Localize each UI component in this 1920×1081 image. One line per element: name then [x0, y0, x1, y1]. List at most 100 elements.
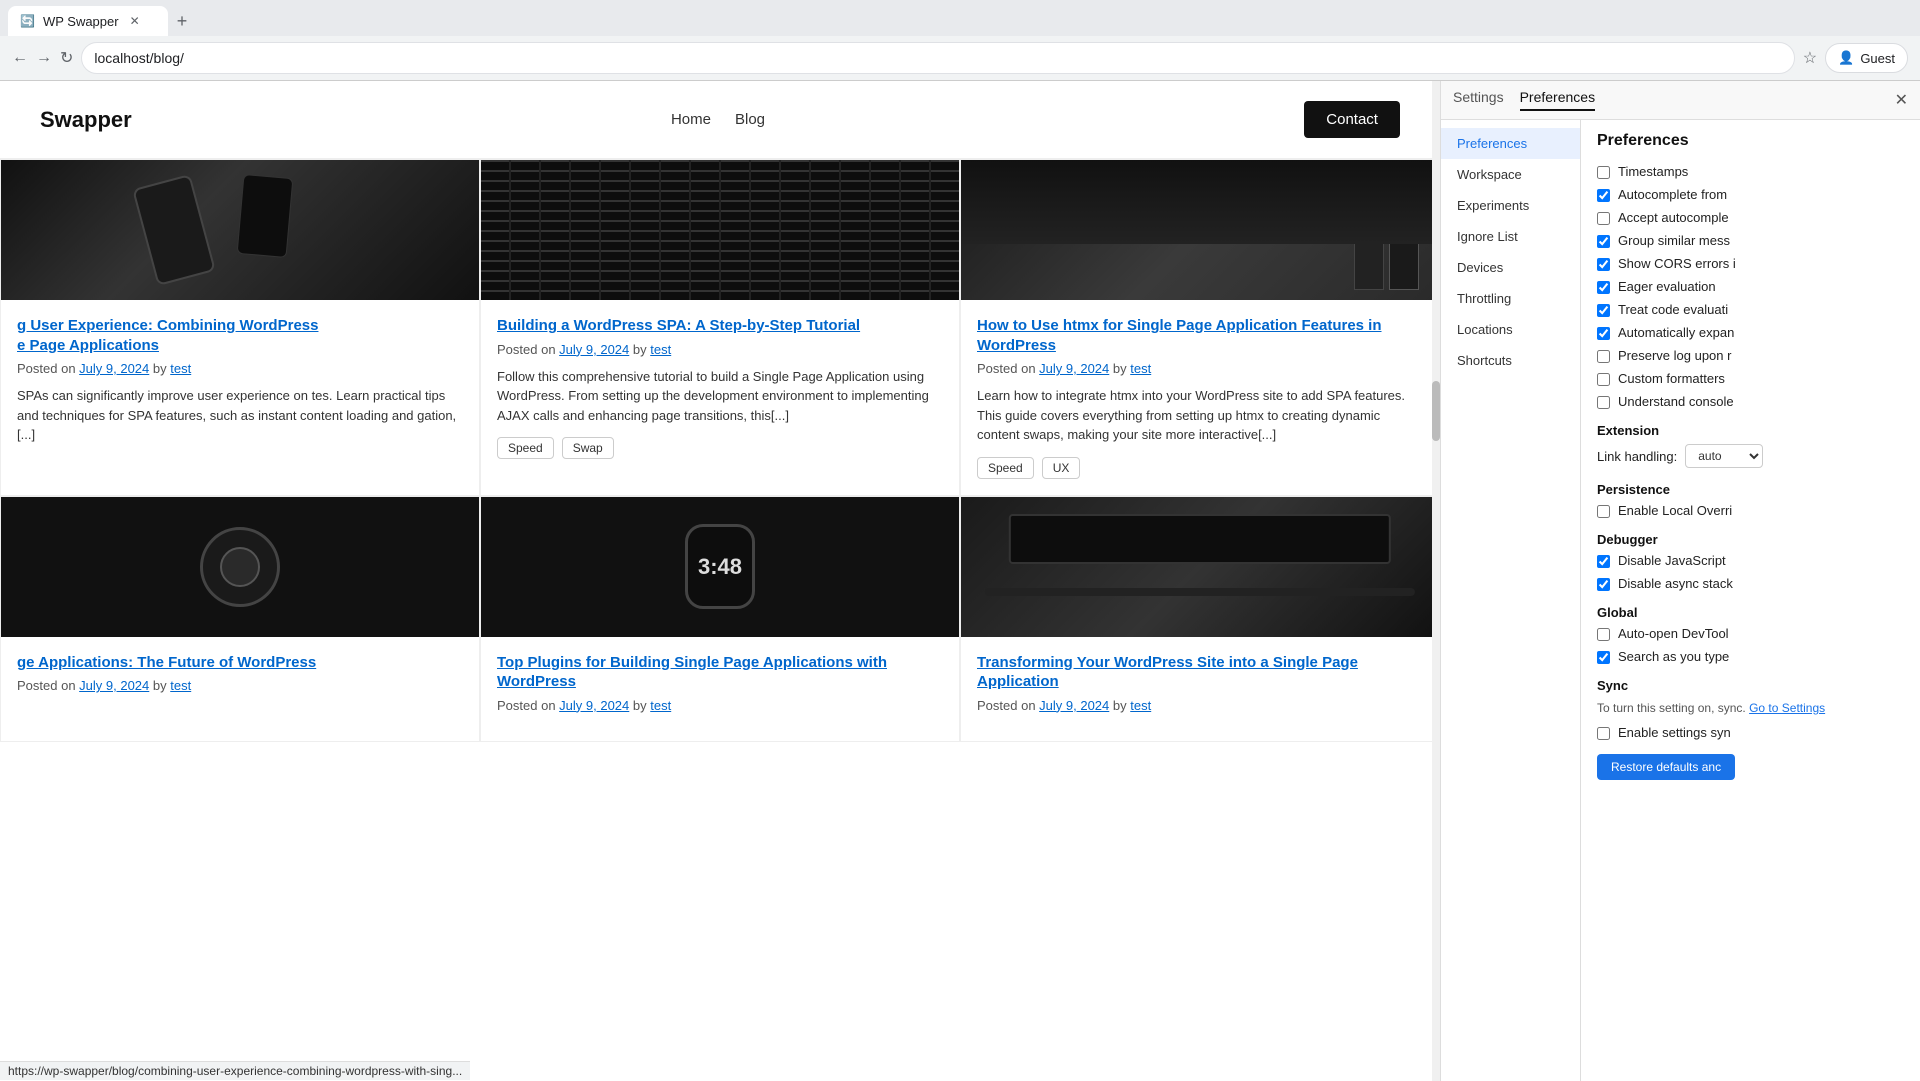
blog-card-meta: Posted on July 9, 2024 by test — [497, 698, 943, 713]
disable-js-checkbox[interactable] — [1597, 555, 1610, 568]
custom-formatters-checkbox[interactable] — [1597, 373, 1610, 386]
auto-expand-checkbox[interactable] — [1597, 327, 1610, 340]
blog-date-link[interactable]: July 9, 2024 — [559, 698, 629, 713]
link-handling-row: Link handling: auto manual — [1597, 444, 1904, 468]
devtools-close-button[interactable]: ✕ — [1895, 90, 1908, 110]
blog-date-link[interactable]: July 9, 2024 — [1039, 698, 1109, 713]
blog-card-title[interactable]: Building a WordPress SPA: A Step-by-Step… — [497, 316, 943, 336]
scrollbar[interactable] — [1432, 81, 1440, 1081]
blog-card-title[interactable]: Top Plugins for Building Single Page App… — [497, 653, 943, 692]
auto-expand-label: Automatically expan — [1618, 325, 1734, 340]
sidebar-item-devices[interactable]: Devices — [1441, 252, 1580, 283]
search-as-you-type-checkbox[interactable] — [1597, 651, 1610, 664]
blog-grid: g User Experience: Combining WordPresse … — [0, 159, 1440, 742]
sidebar-item-ignore-list[interactable]: Ignore List — [1441, 221, 1580, 252]
blog-card-title[interactable]: ge Applications: The Future of WordPress — [17, 653, 463, 673]
treat-code-checkbox[interactable] — [1597, 304, 1610, 317]
settings-sidebar: Preferences Workspace Experiments Ignore… — [1441, 120, 1581, 1081]
custom-formatters-label: Custom formatters — [1618, 371, 1725, 386]
back-icon[interactable]: ← — [12, 49, 28, 67]
reload-icon[interactable]: ↻ — [60, 48, 73, 68]
blog-date-link[interactable]: July 9, 2024 — [1039, 361, 1109, 376]
bookmark-icon[interactable]: ☆ — [1803, 48, 1817, 68]
devtools-tab-preferences[interactable]: Preferences — [1520, 89, 1595, 111]
pref-eager-eval: Eager evaluation — [1597, 279, 1904, 294]
account-icon: 👤 — [1838, 50, 1854, 66]
pref-auto-open-devtools: Auto-open DevTool — [1597, 626, 1904, 641]
disable-async-checkbox[interactable] — [1597, 578, 1610, 591]
show-cors-checkbox[interactable] — [1597, 258, 1610, 271]
tag[interactable]: UX — [1042, 457, 1081, 479]
blog-card-body: Transforming Your WordPress Site into a … — [961, 637, 1439, 741]
enable-local-override-label: Enable Local Overri — [1618, 503, 1732, 518]
tab-bar: 🔄 WP Swapper ✕ + — [0, 0, 1920, 36]
tab-close-button[interactable]: ✕ — [127, 13, 143, 29]
auto-open-devtools-checkbox[interactable] — [1597, 628, 1610, 641]
blog-author-link[interactable]: test — [650, 698, 671, 713]
extension-section-title: Extension — [1597, 423, 1904, 438]
sidebar-item-workspace[interactable]: Workspace — [1441, 159, 1580, 190]
tag[interactable]: Swap — [562, 437, 614, 459]
pref-autocomplete-from: Autocomplete from — [1597, 187, 1904, 202]
understand-console-checkbox[interactable] — [1597, 396, 1610, 409]
blog-card-title[interactable]: Transforming Your WordPress Site into a … — [977, 653, 1423, 692]
blog-card: Building a WordPress SPA: A Step-by-Step… — [480, 159, 960, 496]
autocomplete-from-checkbox[interactable] — [1597, 189, 1610, 202]
enable-local-override-checkbox[interactable] — [1597, 505, 1610, 518]
pref-disable-async: Disable async stack — [1597, 576, 1904, 591]
blog-author-link[interactable]: test — [1130, 361, 1151, 376]
browser-tab[interactable]: 🔄 WP Swapper ✕ — [8, 6, 168, 36]
pref-understand-console: Understand console — [1597, 394, 1904, 409]
blog-card-meta: Posted on July 9, 2024 by test — [977, 698, 1423, 713]
pref-show-cors: Show CORS errors i — [1597, 256, 1904, 271]
link-handling-select[interactable]: auto manual — [1685, 444, 1763, 468]
preserve-log-checkbox[interactable] — [1597, 350, 1610, 363]
accept-autocomplete-checkbox[interactable] — [1597, 212, 1610, 225]
enable-sync-checkbox[interactable] — [1597, 727, 1610, 740]
tag[interactable]: Speed — [977, 457, 1034, 479]
scroll-thumb[interactable] — [1432, 381, 1440, 441]
blog-author-link[interactable]: test — [650, 342, 671, 357]
blog-author-link[interactable]: test — [170, 361, 191, 376]
eager-eval-checkbox[interactable] — [1597, 281, 1610, 294]
blog-card-title[interactable]: How to Use htmx for Single Page Applicat… — [977, 316, 1423, 355]
restore-defaults-button[interactable]: Restore defaults anc — [1597, 754, 1735, 780]
tab-favicon: 🔄 — [20, 14, 35, 28]
autocomplete-from-label: Autocomplete from — [1618, 187, 1727, 202]
contact-button[interactable]: Contact — [1304, 101, 1400, 138]
pref-custom-formatters: Custom formatters — [1597, 371, 1904, 386]
link-handling-label: Link handling: — [1597, 449, 1677, 464]
pref-treat-code: Treat code evaluati — [1597, 302, 1904, 317]
blog-card-title[interactable]: g User Experience: Combining WordPresse … — [17, 316, 463, 355]
blog-date-link[interactable]: July 9, 2024 — [79, 361, 149, 376]
site-nav: Swapper Home Blog Contact — [0, 81, 1440, 159]
tag[interactable]: Speed — [497, 437, 554, 459]
new-tab-button[interactable]: + — [168, 7, 196, 35]
devtools-tab-settings[interactable]: Settings — [1453, 89, 1504, 111]
timestamps-checkbox[interactable] — [1597, 166, 1610, 179]
group-similar-checkbox[interactable] — [1597, 235, 1610, 248]
guest-button[interactable]: 👤 Guest — [1825, 43, 1908, 73]
group-similar-label: Group similar mess — [1618, 233, 1730, 248]
blog-card-image — [961, 160, 1439, 300]
blog-author-link[interactable]: test — [170, 678, 191, 693]
sidebar-item-locations[interactable]: Locations — [1441, 314, 1580, 345]
go-to-settings-link[interactable]: Go to Settings — [1749, 701, 1825, 715]
sidebar-item-preferences[interactable]: Preferences — [1441, 128, 1580, 159]
sidebar-item-throttling[interactable]: Throttling — [1441, 283, 1580, 314]
pref-enable-sync: Enable settings syn — [1597, 725, 1904, 740]
blog-author-link[interactable]: test — [1130, 698, 1151, 713]
blog-date-link[interactable]: July 9, 2024 — [79, 678, 149, 693]
main-layout: Swapper Home Blog Contact g User Experie… — [0, 81, 1920, 1081]
sidebar-item-shortcuts[interactable]: Shortcuts — [1441, 345, 1580, 376]
blog-date-link[interactable]: July 9, 2024 — [559, 342, 629, 357]
sidebar-item-experiments[interactable]: Experiments — [1441, 190, 1580, 221]
pref-auto-expand: Automatically expan — [1597, 325, 1904, 340]
auto-open-devtools-label: Auto-open DevTool — [1618, 626, 1729, 641]
nav-blog[interactable]: Blog — [735, 111, 765, 128]
blog-card: Transforming Your WordPress Site into a … — [960, 496, 1440, 742]
url-input[interactable] — [81, 42, 1794, 74]
nav-home[interactable]: Home — [671, 111, 711, 128]
site-nav-links: Home Blog — [671, 111, 765, 128]
forward-icon[interactable]: → — [36, 49, 52, 67]
